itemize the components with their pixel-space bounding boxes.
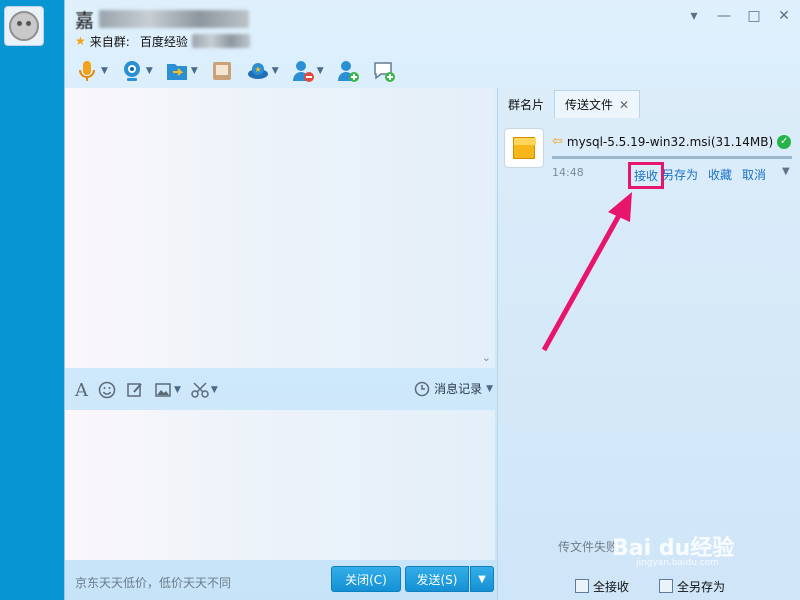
minimize-button[interactable]: —	[716, 8, 732, 24]
app-center-icon: ★	[247, 63, 268, 79]
chevron-down-icon[interactable]: ▼	[317, 66, 324, 76]
voice-tool[interactable]: ▼	[75, 59, 108, 83]
app-tool[interactable]: ★ ▼	[246, 59, 279, 83]
image-tool[interactable]: ▼	[154, 381, 181, 399]
mic-icon	[79, 61, 95, 81]
receive-all-icon	[574, 579, 589, 593]
avatar[interactable]	[4, 6, 44, 46]
message-record-label: 消息记录	[434, 382, 483, 396]
close-chat-button[interactable]: 关闭(C)	[331, 566, 401, 592]
file-time: 14:48	[552, 166, 584, 179]
verified-check-icon: ✓	[777, 134, 792, 149]
receive-all-label: 全接收	[592, 579, 629, 594]
tab-label: 群名片	[508, 97, 545, 112]
tab-label: 传送文件	[565, 98, 614, 112]
group-source-row: ★ 来自群: 百度经验	[75, 32, 250, 50]
left-sidebar	[0, 0, 64, 600]
message-record-button[interactable]: 消息记录 ▼	[414, 380, 493, 397]
avatar-image	[9, 11, 39, 41]
blurred-nickname	[98, 10, 249, 28]
receive-all-button[interactable]: 全接收	[574, 578, 629, 595]
input-toolbar: A ▼ ▼ 消息记录 ▼	[65, 370, 495, 410]
group-prefix: 来自群:	[89, 34, 130, 49]
chevron-down-icon[interactable]: ▼	[146, 66, 153, 76]
chat-toolbar: ▼ ▼ ▼ ★ ▼ ▼	[75, 56, 396, 86]
watermark-url: jingyan.baidu.com	[636, 558, 720, 568]
clock-icon	[414, 381, 430, 396]
edit-icon[interactable]	[126, 381, 144, 399]
close-icon[interactable]: ✕	[619, 98, 629, 112]
file-transfer-item: ⇦ mysql-5.5.19-win32.msi(31.14MB) ✓ 14:4…	[504, 128, 794, 189]
chevron-down-icon[interactable]: ▼	[174, 385, 181, 395]
chevron-down-icon[interactable]: ▼	[191, 66, 198, 76]
screen-share-icon	[212, 62, 231, 80]
blurred-group-id	[191, 34, 250, 48]
group-name: 百度经验	[139, 34, 188, 49]
chevron-down-icon[interactable]: ▼	[211, 385, 218, 395]
tab-file-transfer[interactable]: 传送文件 ✕	[554, 90, 641, 118]
discussion-tool[interactable]	[372, 59, 396, 83]
save-all-as-label: 全另存为	[677, 579, 726, 594]
right-panel: 群名片 传送文件 ✕ ⇦ mysql-5.5.19-win32.msi(31.1…	[497, 88, 800, 600]
progress-bar	[552, 156, 792, 159]
webcam-icon	[123, 61, 140, 81]
tab-group-card[interactable]: 群名片	[498, 90, 554, 118]
ad-text[interactable]: 京东天天低价，低价天天不同	[75, 574, 231, 591]
save-as-button[interactable]: 另存为	[662, 166, 698, 183]
svg-text:★: ★	[254, 65, 261, 74]
panel-footer: 全接收 全另存为	[498, 572, 800, 600]
send-button[interactable]: 发送(S)	[405, 566, 469, 592]
video-tool[interactable]: ▼	[120, 59, 153, 83]
title-row: 嘉	[75, 6, 249, 32]
file-name-row: ⇦ mysql-5.5.19-win32.msi(31.14MB) ✓	[552, 134, 792, 149]
emoji-icon[interactable]	[98, 381, 116, 399]
add-member-tool[interactable]	[336, 59, 360, 83]
font-icon[interactable]: A	[75, 380, 88, 401]
new-discussion-icon	[373, 62, 395, 82]
chevron-down-icon[interactable]: ⌄	[482, 351, 491, 364]
more-options-icon[interactable]: ▼	[782, 166, 790, 177]
scissors-icon	[191, 382, 209, 398]
transfer-note: 传文件失败	[558, 540, 619, 554]
panel-tabs: 群名片 传送文件 ✕	[498, 90, 641, 118]
remove-member-icon	[292, 61, 314, 82]
chevron-down-icon[interactable]: ▼	[101, 66, 108, 76]
contact-nickname: 嘉	[75, 9, 95, 32]
maximize-button[interactable]: □	[746, 8, 762, 24]
add-member-icon	[337, 61, 359, 82]
chevron-down-icon: ▼	[486, 383, 493, 394]
chat-window: 嘉 ★ 来自群: 百度经验 ▾ — □ ✕ ▼ ▼ ▼ ★ ▼ ▼ ⌄ A ▼ …	[64, 0, 800, 600]
bottom-bar: 京东天天低价，低价天天不同 关闭(C) 发送(S) ▼	[65, 560, 495, 600]
message-history[interactable]: ⌄	[65, 88, 495, 368]
receive-button[interactable]: 接收	[628, 162, 665, 189]
package-icon	[513, 137, 536, 159]
collect-button[interactable]: 收藏	[708, 166, 732, 183]
menu-dropdown-icon[interactable]: ▾	[686, 8, 702, 24]
screen-tool[interactable]	[210, 59, 234, 83]
progress-fill	[552, 156, 792, 159]
window-controls: ▾ — □ ✕	[686, 8, 792, 24]
file-name: mysql-5.5.19-win32.msi(31.14MB)	[566, 134, 774, 149]
chevron-down-icon[interactable]: ▼	[272, 66, 279, 76]
save-icon	[659, 579, 673, 593]
message-input[interactable]	[65, 410, 495, 560]
screenshot-tool[interactable]: ▼	[191, 381, 218, 399]
file-tool[interactable]: ▼	[165, 59, 198, 83]
image-icon	[155, 383, 171, 397]
msi-file-icon	[504, 128, 544, 168]
file-transfer-icon	[166, 64, 187, 80]
incoming-arrow-icon: ⇦	[552, 134, 563, 149]
save-all-as-button[interactable]: 全另存为	[659, 578, 725, 595]
cancel-button[interactable]: 取消	[742, 166, 766, 183]
remove-member-tool[interactable]: ▼	[291, 59, 324, 83]
close-button[interactable]: ✕	[776, 8, 792, 24]
send-options-button[interactable]: ▼	[470, 566, 494, 592]
star-icon: ★	[75, 34, 86, 48]
